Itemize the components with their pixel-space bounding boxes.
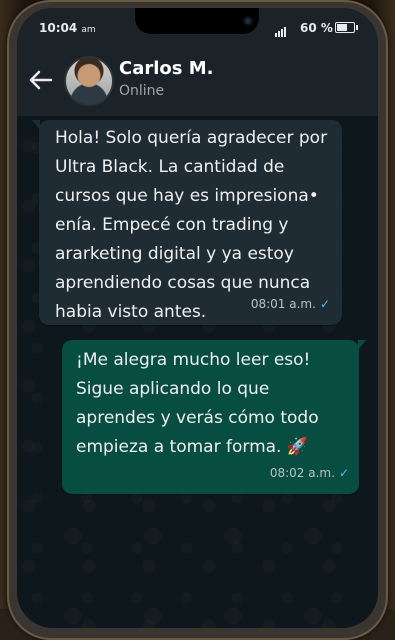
avatar[interactable]	[64, 56, 114, 106]
arrow-left-icon[interactable]	[27, 66, 55, 94]
phone-screen: 10:04 am 60 % Carlos M. Online Hola! Sol…	[17, 8, 378, 628]
message-meta: 08:01 a.m. ✓	[251, 290, 330, 319]
notch	[135, 8, 259, 34]
message-time: 08:01 a.m.	[250, 297, 316, 311]
message-text: ¡Me alegra mucho leer eso! Sigue aplican…	[76, 350, 319, 457]
message-outgoing[interactable]: ¡Me alegra mucho leer eso! Sigue aplican…	[62, 340, 366, 494]
check-icon: ✓	[338, 466, 349, 480]
time-value: 10:04	[39, 21, 78, 35]
chat-header: Carlos M. Online	[17, 48, 378, 116]
message-incoming[interactable]: Hola! Solo quería agradecer por Ultra Bl…	[32, 120, 342, 325]
contact-status: Online	[119, 83, 165, 99]
message-time: 08:02 a.m.	[269, 466, 335, 480]
time-suffix: am	[81, 25, 96, 35]
battery-percent: 60 %	[300, 21, 333, 35]
status-time: 10:04 am	[39, 21, 96, 35]
status-bar: 10:04 am 60 %	[17, 8, 378, 48]
battery-icon	[335, 22, 358, 33]
bubble-tail	[358, 340, 366, 350]
bubble-tail	[32, 120, 40, 130]
message-meta: 08:02 a.m. ✓	[270, 459, 349, 488]
signal-icon	[275, 23, 287, 37]
check-icon: ✓	[319, 297, 330, 311]
contact-name[interactable]: Carlos M.	[119, 58, 214, 79]
camera-icon	[243, 16, 253, 26]
